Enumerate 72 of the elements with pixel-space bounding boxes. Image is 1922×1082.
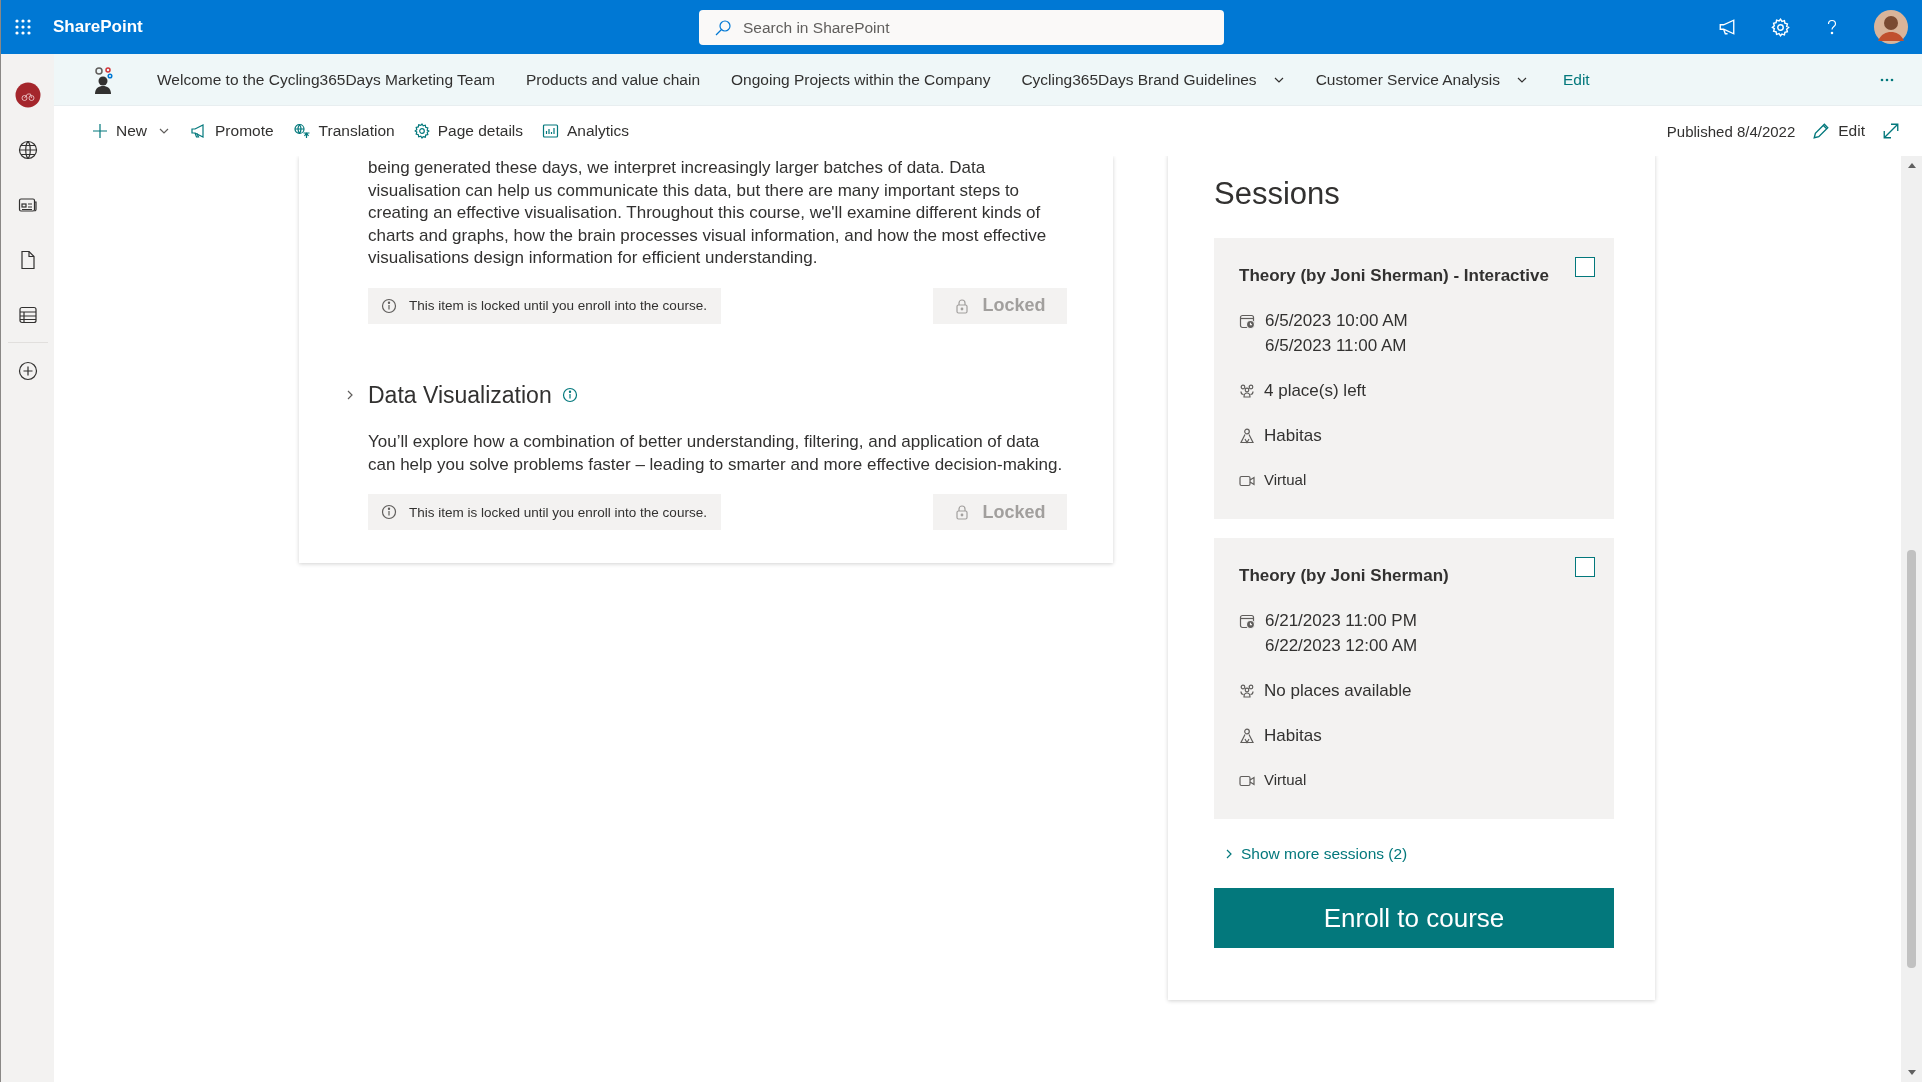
translate-icon — [292, 123, 311, 139]
video-camera-icon — [1239, 473, 1255, 489]
scrollbar[interactable] — [1901, 156, 1922, 1082]
panel-title: Sessions — [1214, 176, 1341, 212]
session-end: 6/5/2023 11:00 AM — [1265, 336, 1408, 356]
person-icon — [1239, 428, 1255, 444]
pencil-icon — [1812, 122, 1831, 140]
session-title: Theory (by Joni Sherman) - Interactive — [1239, 266, 1549, 286]
module-title: Data Visualization — [368, 381, 552, 409]
command-button[interactable]: Translation — [291, 118, 396, 144]
megaphone-icon[interactable] — [1717, 18, 1737, 36]
nav-link[interactable]: Cycling365Days Brand Guidelines — [1021, 70, 1285, 89]
session-mode: Virtual — [1264, 771, 1307, 788]
edit-button[interactable]: Edit — [1811, 118, 1866, 144]
places-left: No places available — [1264, 681, 1412, 701]
settings-icon[interactable] — [1771, 17, 1790, 37]
calendar-clock-icon — [1239, 613, 1256, 630]
module-description: You’ll explore how a combination of better understanding, filtering, and application of data can help you solve problems faster – leading to smarter and more effective decision-making. — [368, 430, 1064, 476]
session-location: Habitas — [1264, 726, 1322, 746]
info-icon — [381, 504, 397, 521]
scroll-down-icon[interactable] — [1906, 1069, 1917, 1077]
people-icon — [1239, 683, 1255, 699]
info-icon — [381, 297, 397, 314]
people-icon — [1239, 383, 1255, 399]
notice-text: This item is locked until you enroll into the course. — [409, 504, 707, 520]
session-start: 6/21/2023 11:00 PM — [1265, 611, 1418, 631]
session-checkbox[interactable] — [1575, 257, 1595, 277]
video-camera-icon — [1239, 773, 1255, 789]
add-icon[interactable] — [17, 360, 38, 381]
person-icon — [1239, 728, 1255, 744]
calendar-clock-icon — [1239, 313, 1256, 330]
logo-icon[interactable] — [92, 65, 114, 94]
edit-link[interactable]: Edit — [1562, 70, 1590, 89]
enroll-button[interactable]: Enroll to course — [1214, 888, 1614, 948]
avatar[interactable] — [1874, 10, 1908, 44]
command-button[interactable]: Analytics — [541, 118, 631, 144]
scroll-up-icon[interactable] — [1906, 161, 1917, 169]
search-field[interactable]: Search in SharePoint — [699, 10, 1224, 45]
list-icon[interactable] — [17, 304, 38, 325]
site-logo[interactable] — [14, 81, 41, 108]
globe-icon[interactable] — [17, 139, 38, 160]
session-title: Theory (by Joni Sherman) — [1239, 566, 1449, 586]
nav-link[interactable]: Ongoing Projects within the Company — [731, 70, 991, 89]
nav-link[interactable]: Welcome to the Cycling365Days Marketing Team — [157, 70, 495, 89]
megaphone-icon — [189, 123, 207, 139]
session-end: 6/22/2023 12:00 AM — [1265, 636, 1418, 656]
session-checkbox[interactable] — [1575, 557, 1595, 577]
app-launcher-icon[interactable] — [15, 19, 31, 35]
lock-icon — [954, 503, 971, 522]
search-icon — [715, 20, 731, 36]
scrollbar-thumb[interactable] — [1907, 550, 1916, 968]
places-left: 4 place(s) left — [1264, 381, 1367, 401]
command-button[interactable]: Page details — [412, 118, 525, 144]
nav-link[interactable]: Products and value chain — [526, 70, 701, 89]
module-description: being generated these days, we interpret increasingly larger batches of data. Data visualisation can help us communicate this data, but there are many important steps to creating an effective visualisation. Throughout this course, we'll examine different kinds of charts and graphs, how the brain processes visual information, and how the most effective visualisations design information for efficient understanding. — [368, 157, 1048, 270]
chart-icon — [542, 123, 560, 139]
nav-link[interactable]: Customer Service Analysis — [1315, 70, 1528, 89]
published-date: Published 8/4/2022 — [1666, 122, 1796, 140]
session-start: 6/5/2023 10:00 AM — [1265, 311, 1408, 331]
plus-icon — [92, 123, 108, 139]
command-button[interactable]: Promote — [188, 118, 275, 144]
more-icon[interactable] — [1880, 77, 1894, 82]
notice-text: This item is locked until you enroll into the course. — [409, 298, 707, 314]
expand-icon[interactable] — [1882, 122, 1900, 140]
command-button[interactable]: New — [91, 118, 171, 144]
lock-icon — [954, 296, 971, 315]
session-mode: Virtual — [1264, 471, 1307, 488]
gear-icon — [413, 123, 430, 139]
app-name[interactable]: SharePoint — [53, 17, 143, 37]
info-icon — [561, 387, 578, 404]
session-location: Habitas — [1264, 426, 1322, 446]
show-more-link[interactable]: Show more sessions (2) — [1223, 845, 1408, 863]
